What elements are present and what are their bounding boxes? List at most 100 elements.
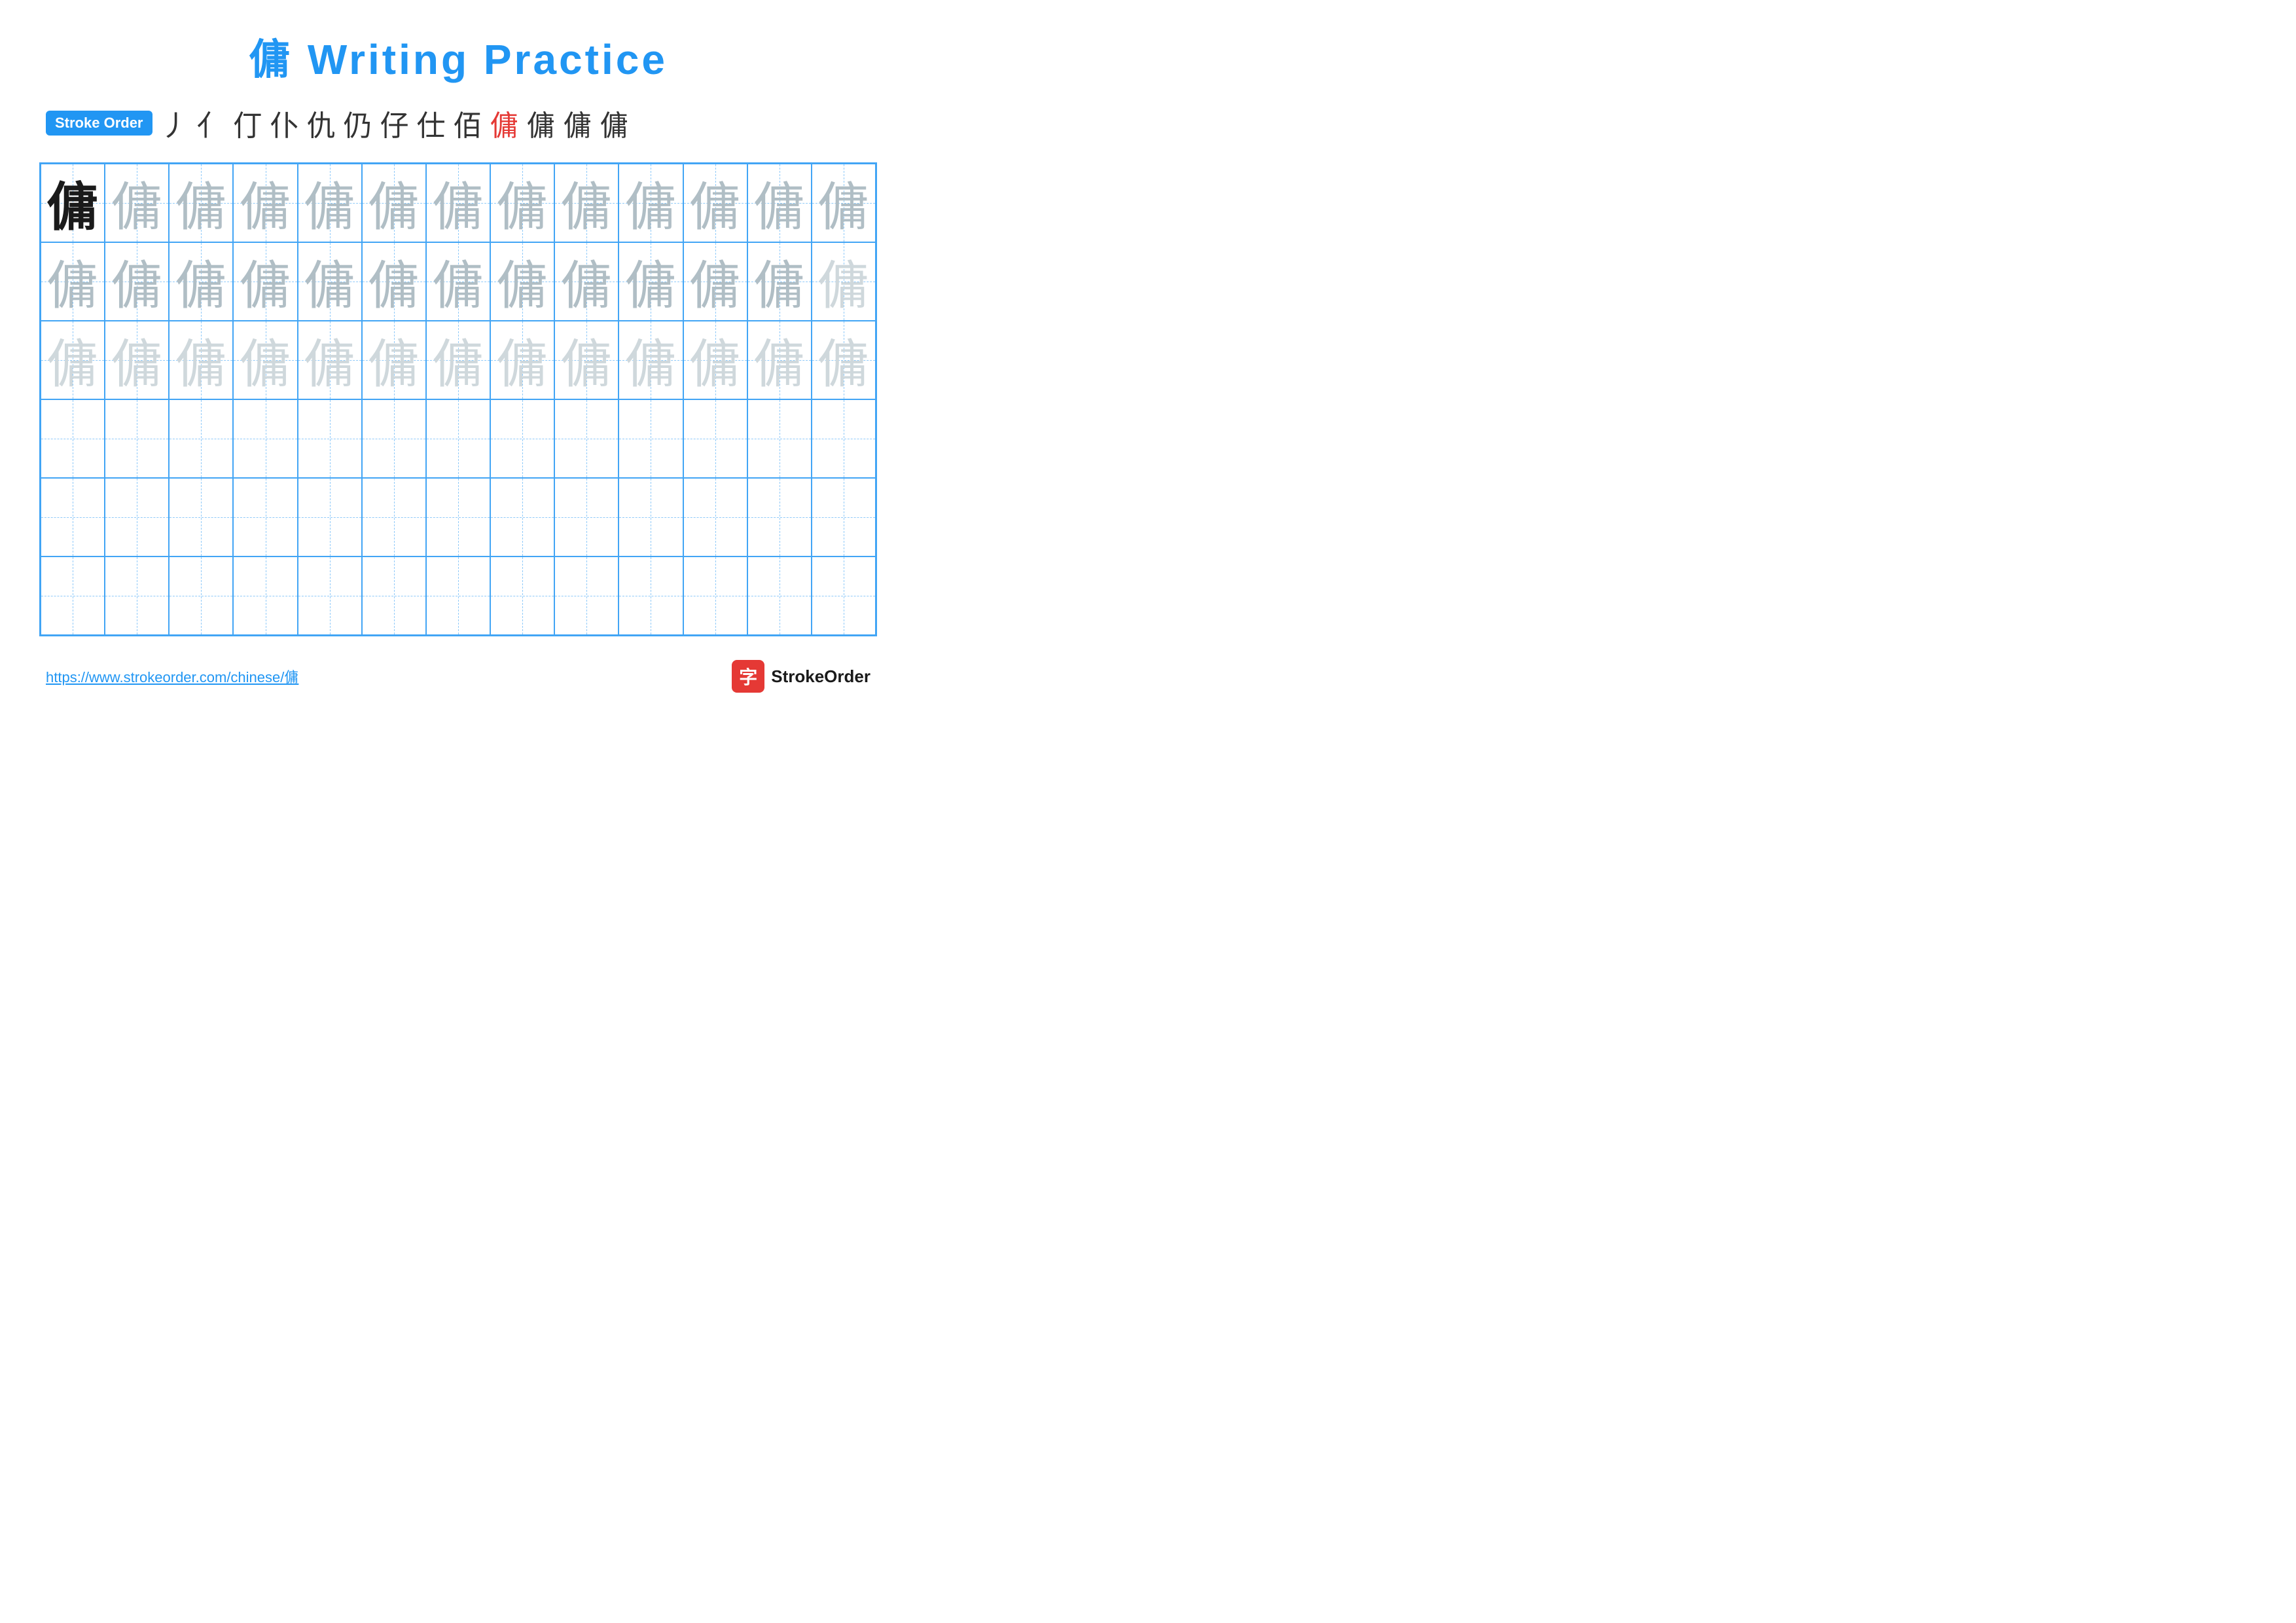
grid-cell-r5c10[interactable] bbox=[619, 478, 683, 556]
grid-cell-r6c12[interactable] bbox=[747, 556, 812, 635]
grid-cell-r4c1[interactable] bbox=[41, 399, 105, 478]
grid-cell-r6c9[interactable] bbox=[554, 556, 619, 635]
char-r1c1: 傭 bbox=[46, 165, 99, 241]
grid-cell-r6c3[interactable] bbox=[169, 556, 233, 635]
page-title: 傭 Writing Practice bbox=[39, 26, 877, 86]
stroke-8: 仕 bbox=[417, 102, 446, 144]
grid-cell-r3c8: 傭 bbox=[490, 321, 554, 399]
grid-cell-r5c7[interactable] bbox=[426, 478, 490, 556]
stroke-10: 傭 bbox=[490, 102, 519, 144]
grid-cell-r2c1: 傭 bbox=[41, 242, 105, 321]
grid-cell-r4c10[interactable] bbox=[619, 399, 683, 478]
stroke-11: 傭 bbox=[527, 102, 556, 144]
footer-url[interactable]: https://www.strokeorder.com/chinese/傭 bbox=[46, 666, 298, 687]
grid-cell-r3c5: 傭 bbox=[298, 321, 362, 399]
grid-cell-r4c12[interactable] bbox=[747, 399, 812, 478]
grid-cell-r4c5[interactable] bbox=[298, 399, 362, 478]
grid-cell-r1c5: 傭 bbox=[298, 164, 362, 242]
char-r3c11: 傭 bbox=[689, 322, 742, 398]
grid-cell-r6c4[interactable] bbox=[233, 556, 297, 635]
grid-cell-r6c13[interactable] bbox=[812, 556, 876, 635]
grid-cell-r2c4: 傭 bbox=[233, 242, 297, 321]
stroke-order-row: Stroke Order 丿 亻 仃 仆 仇 仍 仔 仕 佰 傭 傭 傭 傭 bbox=[39, 102, 877, 144]
char-r2c13: 傭 bbox=[817, 244, 870, 319]
grid-cell-r3c12: 傭 bbox=[747, 321, 812, 399]
grid-cell-r2c2: 傭 bbox=[105, 242, 169, 321]
char-r3c2: 傭 bbox=[111, 322, 163, 398]
grid-cell-r4c9[interactable] bbox=[554, 399, 619, 478]
char-r1c5: 傭 bbox=[304, 165, 356, 241]
char-r3c13: 傭 bbox=[817, 322, 870, 398]
grid-cell-r6c10[interactable] bbox=[619, 556, 683, 635]
char-r1c8: 傭 bbox=[496, 165, 548, 241]
grid-cell-r4c2[interactable] bbox=[105, 399, 169, 478]
grid-cell-r6c2[interactable] bbox=[105, 556, 169, 635]
grid-cell-r5c11[interactable] bbox=[683, 478, 747, 556]
grid-cell-r5c4[interactable] bbox=[233, 478, 297, 556]
grid-cell-r1c10: 傭 bbox=[619, 164, 683, 242]
grid-cell-r4c7[interactable] bbox=[426, 399, 490, 478]
char-r1c12: 傭 bbox=[753, 165, 806, 241]
grid-cell-r5c5[interactable] bbox=[298, 478, 362, 556]
grid-cell-r6c6[interactable] bbox=[362, 556, 426, 635]
grid-cell-r2c11: 傭 bbox=[683, 242, 747, 321]
char-r1c4: 傭 bbox=[240, 165, 292, 241]
grid-cell-r5c9[interactable] bbox=[554, 478, 619, 556]
grid-cell-r5c12[interactable] bbox=[747, 478, 812, 556]
char-r1c2: 傭 bbox=[111, 165, 163, 241]
grid-cell-r3c9: 傭 bbox=[554, 321, 619, 399]
grid-cell-r1c6: 傭 bbox=[362, 164, 426, 242]
grid-cell-r3c3: 傭 bbox=[169, 321, 233, 399]
grid-cell-r6c1[interactable] bbox=[41, 556, 105, 635]
grid-cell-r3c11: 傭 bbox=[683, 321, 747, 399]
grid-cell-r4c6[interactable] bbox=[362, 399, 426, 478]
footer: https://www.strokeorder.com/chinese/傭 字 … bbox=[39, 660, 877, 693]
title-text: Writing Practice bbox=[293, 36, 668, 83]
char-r2c11: 傭 bbox=[689, 244, 742, 319]
stroke-4: 仆 bbox=[270, 102, 299, 144]
stroke-3: 仃 bbox=[234, 102, 262, 144]
stroke-6: 仍 bbox=[344, 102, 372, 144]
grid-cell-r1c12: 傭 bbox=[747, 164, 812, 242]
grid-cell-r5c8[interactable] bbox=[490, 478, 554, 556]
grid-cell-r1c11: 傭 bbox=[683, 164, 747, 242]
grid-cell-r5c2[interactable] bbox=[105, 478, 169, 556]
grid-cell-r6c7[interactable] bbox=[426, 556, 490, 635]
char-r2c7: 傭 bbox=[432, 244, 484, 319]
grid-cell-r3c6: 傭 bbox=[362, 321, 426, 399]
char-r1c10: 傭 bbox=[624, 165, 677, 241]
grid-cell-r3c4: 傭 bbox=[233, 321, 297, 399]
grid-cell-r6c5[interactable] bbox=[298, 556, 362, 635]
stroke-2: 亻 bbox=[197, 102, 226, 144]
grid-cell-r4c13[interactable] bbox=[812, 399, 876, 478]
grid-cell-r5c3[interactable] bbox=[169, 478, 233, 556]
char-r2c1: 傭 bbox=[46, 244, 99, 319]
grid-cell-r6c8[interactable] bbox=[490, 556, 554, 635]
char-r1c11: 傭 bbox=[689, 165, 742, 241]
brand-name: StrokeOrder bbox=[771, 666, 870, 687]
char-r3c9: 傭 bbox=[560, 322, 613, 398]
grid-cell-r4c3[interactable] bbox=[169, 399, 233, 478]
grid-cell-r1c7: 傭 bbox=[426, 164, 490, 242]
grid-cell-r2c7: 傭 bbox=[426, 242, 490, 321]
grid-cell-r5c6[interactable] bbox=[362, 478, 426, 556]
grid-cell-r5c1[interactable] bbox=[41, 478, 105, 556]
grid-cell-r1c2: 傭 bbox=[105, 164, 169, 242]
char-r1c6: 傭 bbox=[368, 165, 420, 241]
grid-cell-r4c4[interactable] bbox=[233, 399, 297, 478]
grid-cell-r1c4: 傭 bbox=[233, 164, 297, 242]
char-r1c13: 傭 bbox=[817, 165, 870, 241]
grid-cell-r6c11[interactable] bbox=[683, 556, 747, 635]
grid-cell-r3c10: 傭 bbox=[619, 321, 683, 399]
char-r3c8: 傭 bbox=[496, 322, 548, 398]
grid-cell-r1c8: 傭 bbox=[490, 164, 554, 242]
grid-cell-r4c8[interactable] bbox=[490, 399, 554, 478]
grid-cell-r4c11[interactable] bbox=[683, 399, 747, 478]
grid-cell-r2c3: 傭 bbox=[169, 242, 233, 321]
grid-cell-r5c13[interactable] bbox=[812, 478, 876, 556]
grid-cell-r1c9: 傭 bbox=[554, 164, 619, 242]
brand-icon: 字 bbox=[732, 660, 764, 693]
char-r2c2: 傭 bbox=[111, 244, 163, 319]
grid-cell-r2c9: 傭 bbox=[554, 242, 619, 321]
char-r1c9: 傭 bbox=[560, 165, 613, 241]
